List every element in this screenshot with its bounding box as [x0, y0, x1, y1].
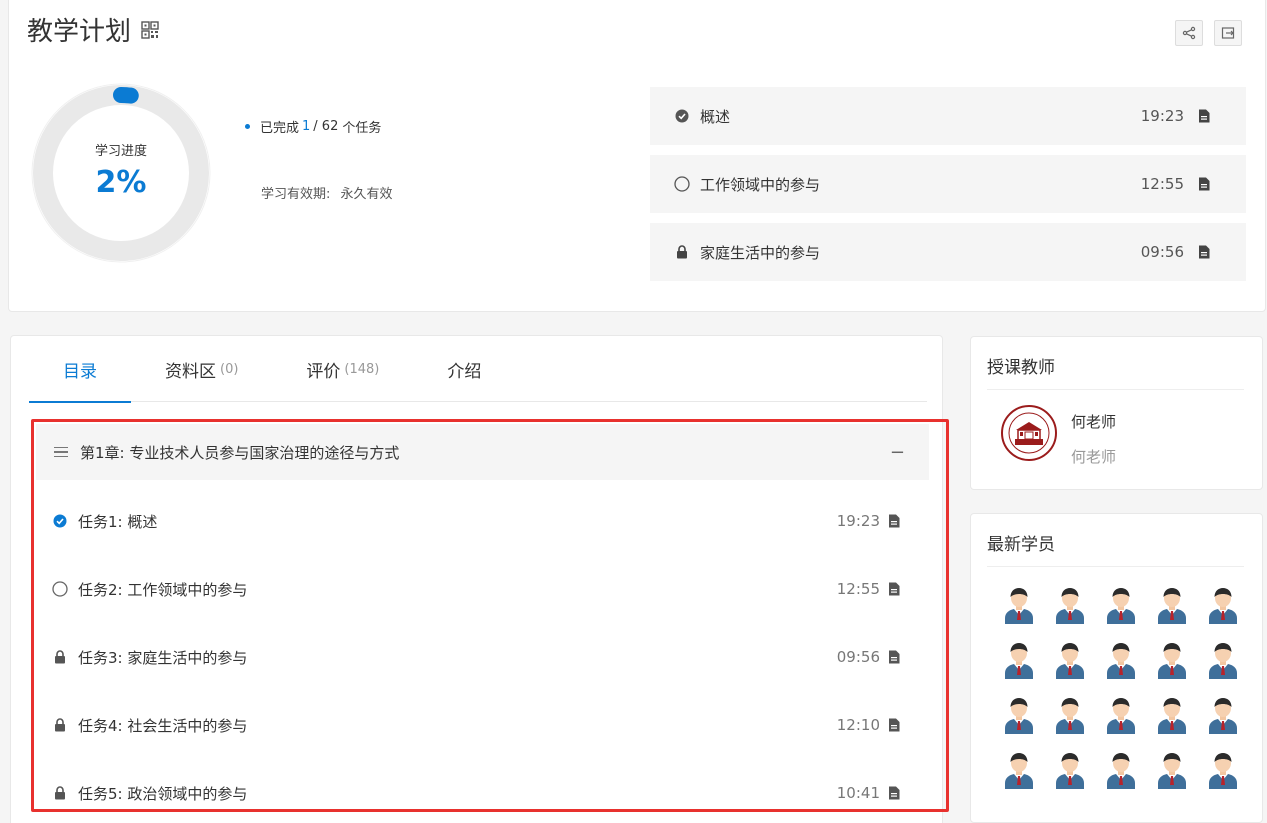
share-button[interactable]: [1175, 20, 1203, 46]
student-avatar[interactable]: [1050, 584, 1090, 624]
check-circle-icon: [52, 513, 68, 529]
progress-ring: 学习进度 2%: [31, 83, 211, 263]
tab-intro[interactable]: 介绍: [413, 336, 515, 402]
task-title: 任务1: 概述: [78, 512, 158, 531]
student-avatar[interactable]: [1101, 639, 1141, 679]
student-avatar[interactable]: [999, 749, 1039, 789]
recent-task-time: 09:56: [1140, 243, 1184, 261]
document-icon: [886, 649, 902, 665]
student-avatar[interactable]: [999, 584, 1039, 624]
recent-task-item[interactable]: 工作领域中的参与 12:55: [650, 155, 1246, 213]
student-avatar[interactable]: [999, 639, 1039, 679]
student-avatar[interactable]: [1050, 749, 1090, 789]
task-time: 09:56: [836, 648, 880, 666]
empty-circle-icon: [674, 176, 690, 192]
student-avatar[interactable]: [1101, 749, 1141, 789]
validity-period: 学习有效期: 永久有效: [261, 187, 393, 202]
document-icon: [1196, 108, 1212, 124]
tab-count: (0): [220, 361, 239, 377]
document-icon: [1196, 176, 1212, 192]
recent-task-time: 12:55: [1140, 175, 1184, 193]
course-plan-card: 教学计划 学习进度 2% 已完成 1 / 62 个任务 学习有效期: 永久有效 …: [8, 0, 1266, 312]
tab-catalog[interactable]: 目录: [29, 336, 131, 403]
task-title: 任务5: 政治领域中的参与: [78, 784, 248, 803]
student-avatar[interactable]: [1101, 584, 1141, 624]
student-avatar[interactable]: [1152, 639, 1192, 679]
recent-task-item[interactable]: 家庭生活中的参与 09:56: [650, 223, 1246, 281]
student-avatar[interactable]: [1203, 584, 1243, 624]
teacher-panel: 授课教师 何老师 何老师: [970, 336, 1263, 490]
document-icon: [886, 513, 902, 529]
chapter-header[interactable]: 第1章: 专业技术人员参与国家治理的途径与方式 −: [36, 424, 929, 480]
student-avatar[interactable]: [1203, 749, 1243, 789]
student-avatar[interactable]: [1152, 584, 1192, 624]
task-title: 任务2: 工作领域中的参与: [78, 580, 248, 599]
completed-tasks-stat: 已完成 1 / 62 个任务: [245, 117, 381, 136]
course-content-card: 目录 资料区 (0) 评价 (148) 介绍 第1章: 专业技术人员参与国家治理…: [10, 335, 949, 823]
lock-icon: [52, 717, 68, 733]
document-icon: [1196, 244, 1212, 260]
document-icon: [886, 581, 902, 597]
teacher-panel-title: 授课教师: [987, 358, 1055, 378]
lock-icon: [52, 785, 68, 801]
lock-icon: [52, 649, 68, 665]
students-grid: [999, 584, 1249, 789]
teacher-name[interactable]: 何老师: [1071, 411, 1116, 432]
task-time: 19:23: [836, 512, 880, 530]
collapse-button[interactable]: −: [890, 442, 905, 463]
task-time: 12:55: [836, 580, 880, 598]
student-avatar[interactable]: [1203, 694, 1243, 734]
task-item[interactable]: 任务4: 社会生活中的参与 12:10: [52, 705, 912, 745]
teacher-avatar[interactable]: [1001, 405, 1057, 461]
task-time: 10:41: [836, 784, 880, 802]
menu-icon: [54, 446, 68, 458]
task-title: 任务4: 社会生活中的参与: [78, 716, 248, 735]
empty-circle-icon: [52, 581, 68, 597]
chapter-title: 第1章: 专业技术人员参与国家治理的途径与方式: [80, 443, 400, 462]
share-icon: [1182, 26, 1196, 40]
student-avatar[interactable]: [1152, 694, 1192, 734]
progress-label: 学习进度: [94, 144, 147, 159]
student-avatar[interactable]: [999, 694, 1039, 734]
student-avatar[interactable]: [1101, 694, 1141, 734]
student-avatar[interactable]: [1203, 639, 1243, 679]
exit-icon: [1221, 27, 1235, 39]
tab-count: (148): [344, 361, 380, 377]
highlighted-outline: 第1章: 专业技术人员参与国家治理的途径与方式 − 任务1: 概述 19:23 …: [31, 419, 949, 812]
exit-button[interactable]: [1214, 20, 1242, 46]
task-title: 任务3: 家庭生活中的参与: [78, 648, 248, 667]
student-avatar[interactable]: [1152, 749, 1192, 789]
task-item[interactable]: 任务1: 概述 19:23: [52, 501, 912, 541]
document-icon: [886, 717, 902, 733]
recent-task-item[interactable]: 概述 19:23: [650, 87, 1246, 145]
task-time: 12:10: [836, 716, 880, 734]
tab-reviews[interactable]: 评价 (148): [272, 336, 413, 402]
task-item[interactable]: 任务2: 工作领域中的参与 12:55: [52, 569, 912, 609]
document-icon: [886, 785, 902, 801]
progress-percent: 2%: [95, 165, 147, 200]
lock-icon: [674, 244, 690, 260]
divider: [987, 566, 1244, 567]
task-item[interactable]: 任务3: 家庭生活中的参与 09:56: [52, 637, 912, 677]
student-avatar[interactable]: [1050, 694, 1090, 734]
tab-bar: 目录 资料区 (0) 评价 (148) 介绍: [29, 336, 927, 403]
check-circle-icon: [674, 108, 690, 124]
students-panel-title: 最新学员: [987, 535, 1055, 555]
recent-task-title: 家庭生活中的参与: [700, 243, 821, 262]
recent-task-title: 工作领域中的参与: [700, 175, 821, 194]
tab-materials[interactable]: 资料区 (0): [131, 336, 272, 402]
student-avatar[interactable]: [1050, 639, 1090, 679]
bullet-dot: [245, 124, 250, 129]
task-item[interactable]: 任务5: 政治领域中的参与 10:41: [52, 773, 912, 809]
recent-task-time: 19:23: [1140, 107, 1184, 125]
page-title: 教学计划: [27, 11, 159, 48]
qr-code-icon[interactable]: [141, 20, 159, 39]
divider: [987, 389, 1244, 390]
recent-task-title: 概述: [700, 107, 731, 126]
teacher-subtitle: 何老师: [1071, 448, 1117, 466]
students-panel: 最新学员: [970, 513, 1263, 823]
completed-count: 1: [302, 119, 311, 134]
